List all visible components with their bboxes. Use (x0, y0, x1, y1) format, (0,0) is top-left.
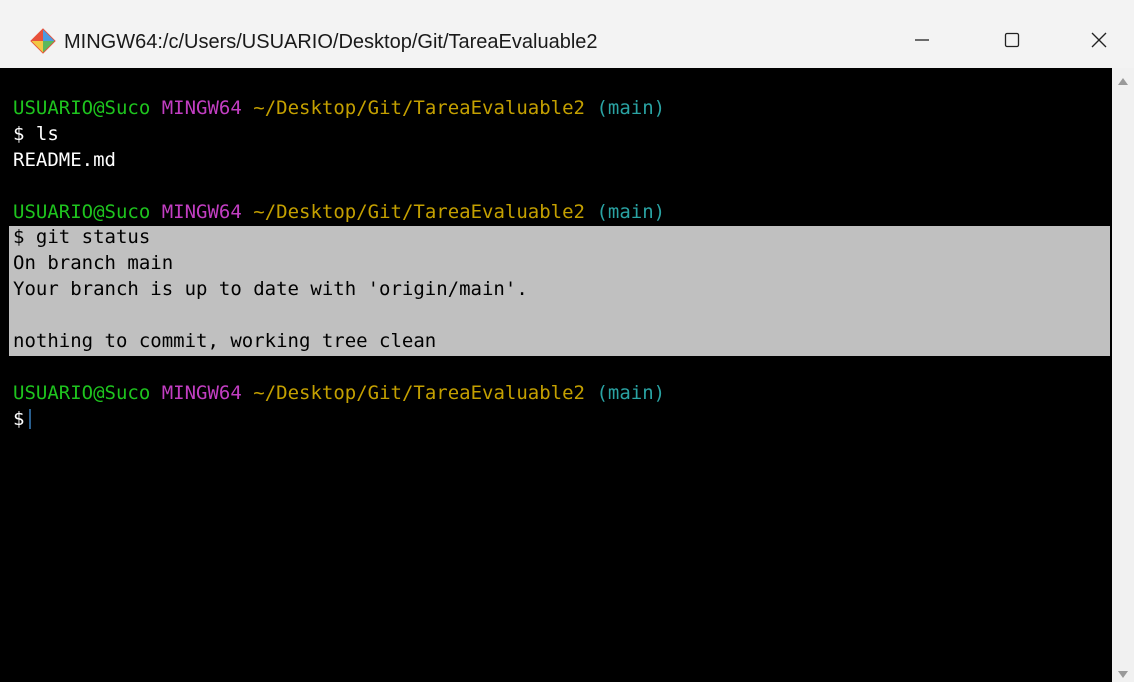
prompt-path: ~/Desktop/Git/TareaEvaluable2 (253, 200, 585, 223)
prompt-line: USUARIO@Suco MINGW64 ~/Desktop/Git/Tarea… (13, 96, 665, 122)
prompt-host: MINGW64 (161, 97, 242, 119)
input-line[interactable]: $ (13, 407, 665, 433)
git-bash-icon (30, 28, 56, 54)
command-line: $ git status (13, 226, 151, 249)
close-button[interactable] (1064, 14, 1134, 66)
output-line: On branch main (13, 252, 174, 275)
prompt-host: MINGW64 (161, 200, 242, 223)
maximize-icon (1004, 32, 1020, 48)
prompt-branch: (main) (596, 381, 666, 404)
output-line: nothing to commit, working tree clean (13, 330, 437, 353)
minimize-icon (915, 39, 929, 41)
scroll-up-icon[interactable] (1118, 78, 1128, 85)
prompt-path: ~/Desktop/Git/TareaEvaluable2 (253, 381, 585, 404)
command-prompt: $ (13, 407, 25, 430)
scroll-down-icon[interactable] (1118, 671, 1128, 678)
command-line: $ ls (13, 122, 59, 145)
window-title: MINGW64:/c/Users/USUARIO/Desktop/Git/Tar… (64, 31, 598, 53)
minimize-button[interactable] (887, 14, 957, 66)
vertical-scrollbar[interactable] (1112, 68, 1134, 682)
close-icon (1091, 32, 1107, 48)
prompt-user: USUARIO@Suco (13, 381, 151, 404)
prompt-user: USUARIO@Suco (13, 200, 151, 223)
prompt-path: ~/Desktop/Git/TareaEvaluable2 (253, 97, 585, 119)
prompt-branch: (main) (596, 200, 666, 223)
maximize-button[interactable] (977, 14, 1047, 66)
prompt-line: USUARIO@Suco MINGW64 ~/Desktop/Git/Tarea… (13, 200, 665, 226)
prompt-user: USUARIO@Suco (13, 97, 151, 119)
prompt-line: USUARIO@Suco MINGW64 ~/Desktop/Git/Tarea… (13, 381, 665, 407)
terminal-window: MINGW64:/c/Users/USUARIO/Desktop/Git/Tar… (0, 0, 1134, 682)
title-bar[interactable]: MINGW64:/c/Users/USUARIO/Desktop/Git/Tar… (0, 0, 1134, 68)
output-line: Your branch is up to date with 'origin/m… (13, 278, 528, 301)
prompt-branch: (main) (596, 97, 666, 119)
output-line: README.md (13, 148, 116, 171)
text-cursor (29, 409, 32, 430)
prompt-host: MINGW64 (161, 381, 242, 404)
terminal-output[interactable]: USUARIO@Suco MINGW64 ~/Desktop/Git/Tarea… (0, 68, 1112, 682)
